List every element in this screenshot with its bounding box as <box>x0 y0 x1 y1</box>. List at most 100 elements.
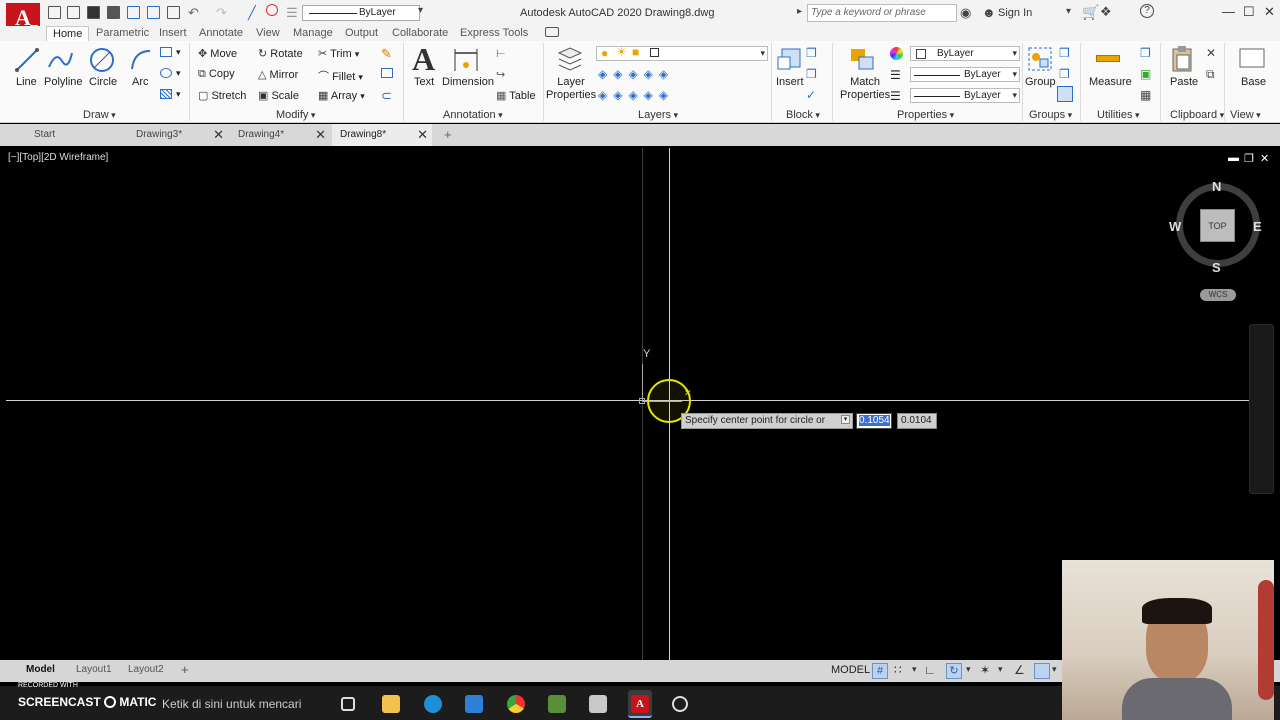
polar-tracking-icon[interactable]: ↻ <box>946 663 962 679</box>
stretch-button[interactable]: ▢ Stretch <box>198 89 246 102</box>
open-web-icon[interactable] <box>147 6 160 19</box>
annotation-panel-title[interactable]: Annotation <box>443 109 503 121</box>
sign-in-button[interactable]: Sign In <box>998 7 1032 19</box>
line-icon[interactable] <box>14 47 40 73</box>
polyline-icon[interactable] <box>46 47 74 73</box>
viewport-close-icon[interactable]: ✕ <box>1260 152 1269 165</box>
cut-icon[interactable]: ✕ <box>1206 46 1216 60</box>
ellipse-icon[interactable] <box>160 68 172 78</box>
sign-in-dropdown-icon[interactable]: ▾ <box>1066 6 1071 17</box>
create-block-icon[interactable]: ❒ <box>806 46 817 60</box>
line-button[interactable]: Line <box>16 76 37 89</box>
scale-button[interactable]: ▣ Scale <box>258 89 299 102</box>
x-coordinate-input[interactable]: 0.1054 <box>856 413 892 429</box>
id-point-icon[interactable]: ❒ <box>1140 46 1151 60</box>
close-tab-icon[interactable]: ✕ <box>315 124 326 146</box>
polar-dropdown-icon[interactable]: ▾ <box>966 664 971 675</box>
object-snap-tracking-icon[interactable]: ∠ <box>1014 663 1025 677</box>
close-tab-icon[interactable]: ✕ <box>417 124 428 146</box>
multileader-icon[interactable]: ↪ <box>496 68 505 81</box>
mirror-button[interactable]: △ Mirror <box>258 68 298 81</box>
compass-east[interactable]: E <box>1253 219 1262 234</box>
copy-button[interactable]: ⧉ Copy <box>198 68 235 81</box>
group-selection-icon[interactable] <box>1057 86 1073 102</box>
quick-access-menu-icon[interactable]: ▾ <box>418 5 423 16</box>
base-button[interactable]: Base <box>1241 76 1266 89</box>
arc-icon[interactable] <box>128 47 154 73</box>
circle-tool-icon[interactable] <box>266 4 278 16</box>
minimize-icon[interactable]: — <box>1222 4 1235 19</box>
color-dropdown[interactable]: ByLayer <box>910 46 1020 61</box>
trim-button[interactable]: ✂ Trim ▾ <box>318 47 359 60</box>
properties-panel-title[interactable]: Properties <box>897 109 954 121</box>
tab-parametric[interactable]: Parametric <box>96 26 149 40</box>
file-explorer-icon[interactable] <box>382 695 400 713</box>
snap-mode-icon[interactable]: ∷ <box>894 663 902 677</box>
edge-icon[interactable] <box>424 695 442 713</box>
color-wheel-icon[interactable] <box>890 47 903 60</box>
move-button[interactable]: ✥ Move <box>198 47 237 60</box>
groups-panel-title[interactable]: Groups <box>1029 109 1072 121</box>
hatch-icon[interactable] <box>160 89 172 99</box>
insert-button[interactable]: Insert <box>776 76 804 89</box>
draw-panel-title[interactable]: Draw <box>83 109 116 121</box>
table-button[interactable]: ▦ Table <box>496 89 536 102</box>
linetype-icon[interactable]: ☰ <box>890 68 901 82</box>
tab-drawing3[interactable]: Drawing3* ✕ <box>128 124 228 146</box>
help-icon[interactable]: ? <box>1140 4 1154 18</box>
edit-block-icon[interactable]: ❒ <box>806 67 817 81</box>
layer-properties-button[interactable]: Layer Properties <box>546 76 596 102</box>
circle-icon[interactable] <box>88 46 116 74</box>
redo-icon[interactable]: ↷ <box>216 5 227 21</box>
lineweight-icon[interactable]: ☰ <box>890 89 901 103</box>
tab-collaborate[interactable]: Collaborate <box>392 26 448 40</box>
paste-button[interactable]: Paste <box>1170 76 1198 89</box>
ellipse-dropdown-icon[interactable]: ▾ <box>176 68 181 79</box>
layer-properties-icon[interactable] <box>556 45 584 73</box>
group-icon[interactable] <box>1026 45 1054 73</box>
app-icon[interactable] <box>589 695 607 713</box>
copy-clip-icon[interactable]: ⧉ <box>1206 67 1215 82</box>
group-button[interactable]: Group <box>1025 76 1056 89</box>
user-icon[interactable]: ☻ <box>982 5 996 20</box>
base-view-icon[interactable] <box>1238 47 1266 71</box>
viewport-restore-icon[interactable]: ❐ <box>1244 152 1254 165</box>
match-properties-button[interactable]: Match Properties <box>840 76 890 102</box>
tab-model[interactable]: Model <box>26 662 55 678</box>
rectangle-dropdown-icon[interactable]: ▾ <box>176 47 181 58</box>
measure-icon[interactable] <box>1096 55 1120 62</box>
task-view-icon[interactable] <box>341 697 355 711</box>
viewcube-top-face[interactable]: TOP <box>1200 209 1235 242</box>
cart-icon[interactable]: 🛒 <box>1082 4 1099 21</box>
new-tab-icon[interactable]: + <box>444 127 452 142</box>
measure-button[interactable]: Measure <box>1089 76 1132 89</box>
tab-insert[interactable]: Insert <box>159 26 187 40</box>
open-icon[interactable] <box>67 6 80 19</box>
minecraft-icon[interactable] <box>548 695 566 713</box>
tab-drawing8[interactable]: Drawing8* ✕ <box>332 124 432 146</box>
undo-icon[interactable]: ↶ <box>188 5 199 21</box>
tab-manage[interactable]: Manage <box>293 26 333 40</box>
polyline-button[interactable]: Polyline <box>44 76 83 89</box>
binoculars-icon[interactable]: ◉ <box>960 5 971 21</box>
close-icon[interactable]: ✕ <box>1264 4 1275 20</box>
paste-icon[interactable] <box>1170 45 1194 73</box>
isodraft-dropdown-icon[interactable]: ▾ <box>998 664 1003 675</box>
new-icon[interactable] <box>48 6 61 19</box>
workspace-icon[interactable]: ☰ <box>286 5 298 21</box>
explode-icon[interactable] <box>381 68 393 78</box>
y-coordinate-input[interactable]: 0.0104 <box>897 413 937 429</box>
save-as-icon[interactable] <box>107 6 120 19</box>
erase-icon[interactable]: ✎ <box>381 46 392 62</box>
model-space-button[interactable]: MODEL <box>831 664 870 676</box>
compass-north[interactable]: N <box>1212 179 1221 194</box>
chevron-right-icon[interactable]: ▸ <box>797 6 802 17</box>
tab-start[interactable]: Start <box>26 124 126 146</box>
tab-layout1[interactable]: Layout1 <box>76 662 112 678</box>
help-search-input[interactable]: Type a keyword or phrase <box>807 4 957 22</box>
taskbar-search[interactable]: Ketik di sini untuk mencari <box>162 697 301 711</box>
tab-layout2[interactable]: Layout2 <box>128 662 164 678</box>
osnap-dropdown-icon[interactable]: ▾ <box>1052 664 1057 675</box>
fillet-button[interactable]: ⌒ Fillet ▾ <box>318 68 363 84</box>
tab-view[interactable]: View <box>256 26 280 40</box>
